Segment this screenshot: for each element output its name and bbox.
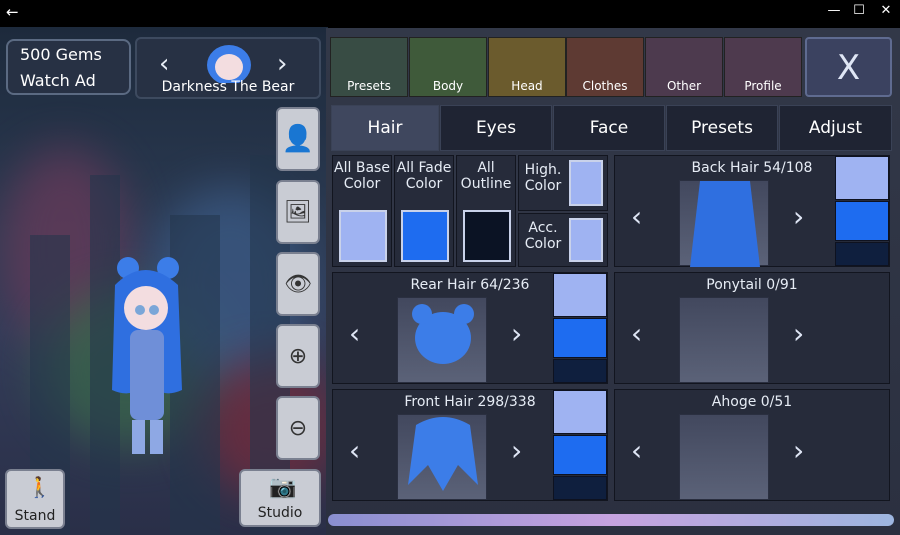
tab-body[interactable]: Body [409,37,487,97]
front-hair-next[interactable]: › [511,434,522,467]
subtab-adjust[interactable]: Adjust [779,105,892,151]
back-hair-next[interactable]: › [793,200,804,233]
gems-panel[interactable]: 500 Gems Watch Ad [6,39,131,95]
close-panel-button[interactable]: X [805,37,892,97]
character-figure[interactable] [100,250,195,465]
ahoge-next[interactable]: › [793,434,804,467]
background-button[interactable]: 🖼 [276,180,320,244]
camera-icon: 📷 [269,475,297,500]
category-tabs: Presets Body Head Clothes Other Profile [330,37,802,97]
image-icon: 🖼 [284,199,312,225]
title-bar: ← — ☐ ✕ [0,0,900,27]
back-button[interactable]: ← [6,3,19,21]
watch-ad-button[interactable]: Watch Ad [20,71,96,90]
ahoge-prev[interactable]: ‹ [631,434,642,467]
ahoge-preview [679,414,769,500]
all-outline-color[interactable]: All Outline [456,155,516,267]
studio-button[interactable]: 📷 Studio [239,469,321,527]
ponytail-next[interactable]: › [793,317,804,350]
subtab-face[interactable]: Face [553,105,665,151]
gem-count: 500 Gems [20,45,102,64]
visibility-button[interactable]: 👁 [276,252,320,316]
tab-clothes[interactable]: Clothes [566,37,644,97]
ponytail-cell: Ponytail 0/91 ‹ › [614,272,890,384]
front-hair-prev[interactable]: ‹ [349,434,360,467]
rear-hair-preview [397,297,487,383]
character-portrait [207,45,251,83]
app-window: ← — ☐ ✕ 500 Gems Watch Ad ‹ › Darkness T… [0,0,900,535]
scroll-bar[interactable] [328,514,894,526]
zoom-out-button[interactable]: ⊖ [276,396,320,460]
maximize-button[interactable]: ☐ [849,3,869,18]
ahoge-cell: Ahoge 0/51 ‹ › [614,389,890,501]
zoom-in-icon: ⊕ [288,343,308,369]
all-fade-color[interactable]: All Fade Color [394,155,454,267]
character-name: Darkness The Bear [161,79,295,95]
next-character-icon[interactable]: › [277,49,287,79]
front-hair-preview [397,414,487,500]
zoom-in-button[interactable]: ⊕ [276,324,320,388]
rear-hair-next[interactable]: › [511,317,522,350]
eye-icon: 👁 [284,271,312,297]
add-person-icon: 👤 [281,124,315,154]
minimize-button[interactable]: — [824,3,844,18]
tab-presets[interactable]: Presets [330,37,408,97]
person-icon: 🚶 [27,475,52,499]
stand-button[interactable]: 🚶 Stand [5,469,65,529]
highlight-color[interactable]: High. Color [518,155,608,211]
close-window-button[interactable]: ✕ [876,3,896,18]
stand-label: Stand [14,508,56,524]
all-base-color[interactable]: All Base Color [332,155,392,267]
tab-head[interactable]: Head [488,37,566,97]
back-hair-preview [679,180,769,267]
subtab-presets[interactable]: Presets [666,105,778,151]
back-hair-prev[interactable]: ‹ [631,200,642,233]
add-character-button[interactable]: 👤 [276,107,320,171]
zoom-out-icon: ⊖ [288,415,308,441]
tab-other[interactable]: Other [645,37,723,97]
ponytail-prev[interactable]: ‹ [631,317,642,350]
studio-label: Studio [257,505,303,521]
rear-hair-prev[interactable]: ‹ [349,317,360,350]
character-selector: ‹ › Darkness The Bear [135,37,321,99]
accessory-color[interactable]: Acc. Color [518,213,608,267]
tab-profile[interactable]: Profile [724,37,802,97]
ponytail-preview [679,297,769,383]
prev-character-icon[interactable]: ‹ [159,49,169,79]
subtab-eyes[interactable]: Eyes [440,105,552,151]
subtab-hair[interactable]: Hair [331,105,439,151]
hair-subtabs: Hair Eyes Face Presets Adjust [331,105,892,151]
